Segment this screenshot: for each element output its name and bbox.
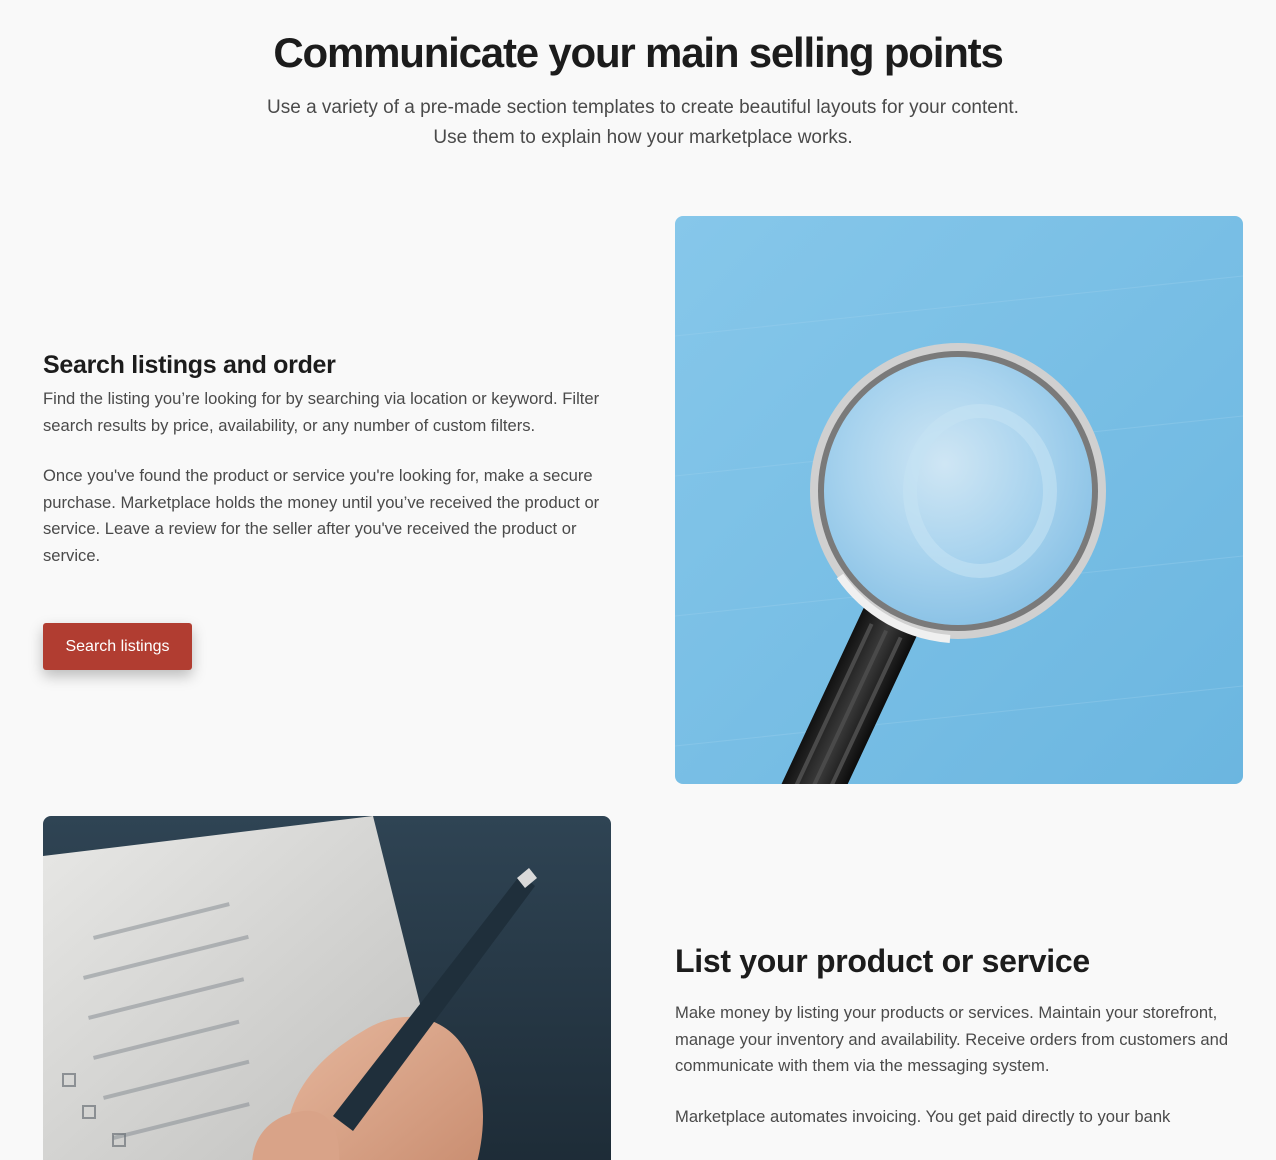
list-section-text: List your product or service Make money … — [675, 940, 1245, 1130]
search-section-text: Search listings and order Find the listi… — [43, 348, 623, 569]
search-section-paragraph-1: Find the listing you’re looking for by s… — [43, 389, 600, 435]
page: Communicate your main selling points Use… — [0, 0, 1276, 1160]
list-section-paragraph-2: Marketplace automates invoicing. You get… — [675, 1106, 1171, 1126]
magnifying-glass-icon — [675, 216, 1243, 784]
handwriting-checklist-image — [43, 816, 611, 1160]
list-section-paragraph-1: Make money by listing your products or s… — [675, 1003, 1229, 1075]
handwriting-checklist-icon — [43, 816, 611, 1160]
search-section-heading: Search listings and order — [43, 351, 336, 379]
list-section-heading: List your product or service — [675, 943, 1090, 979]
search-section-paragraph-2: Once you've found the product or service… — [43, 466, 600, 565]
page-subtitle: Use a variety of a pre-made section temp… — [267, 97, 1019, 148]
search-listings-button[interactable]: Search listings — [43, 623, 192, 670]
page-title: Communicate your main selling points — [273, 29, 1003, 76]
magnifying-glass-image — [675, 216, 1243, 784]
